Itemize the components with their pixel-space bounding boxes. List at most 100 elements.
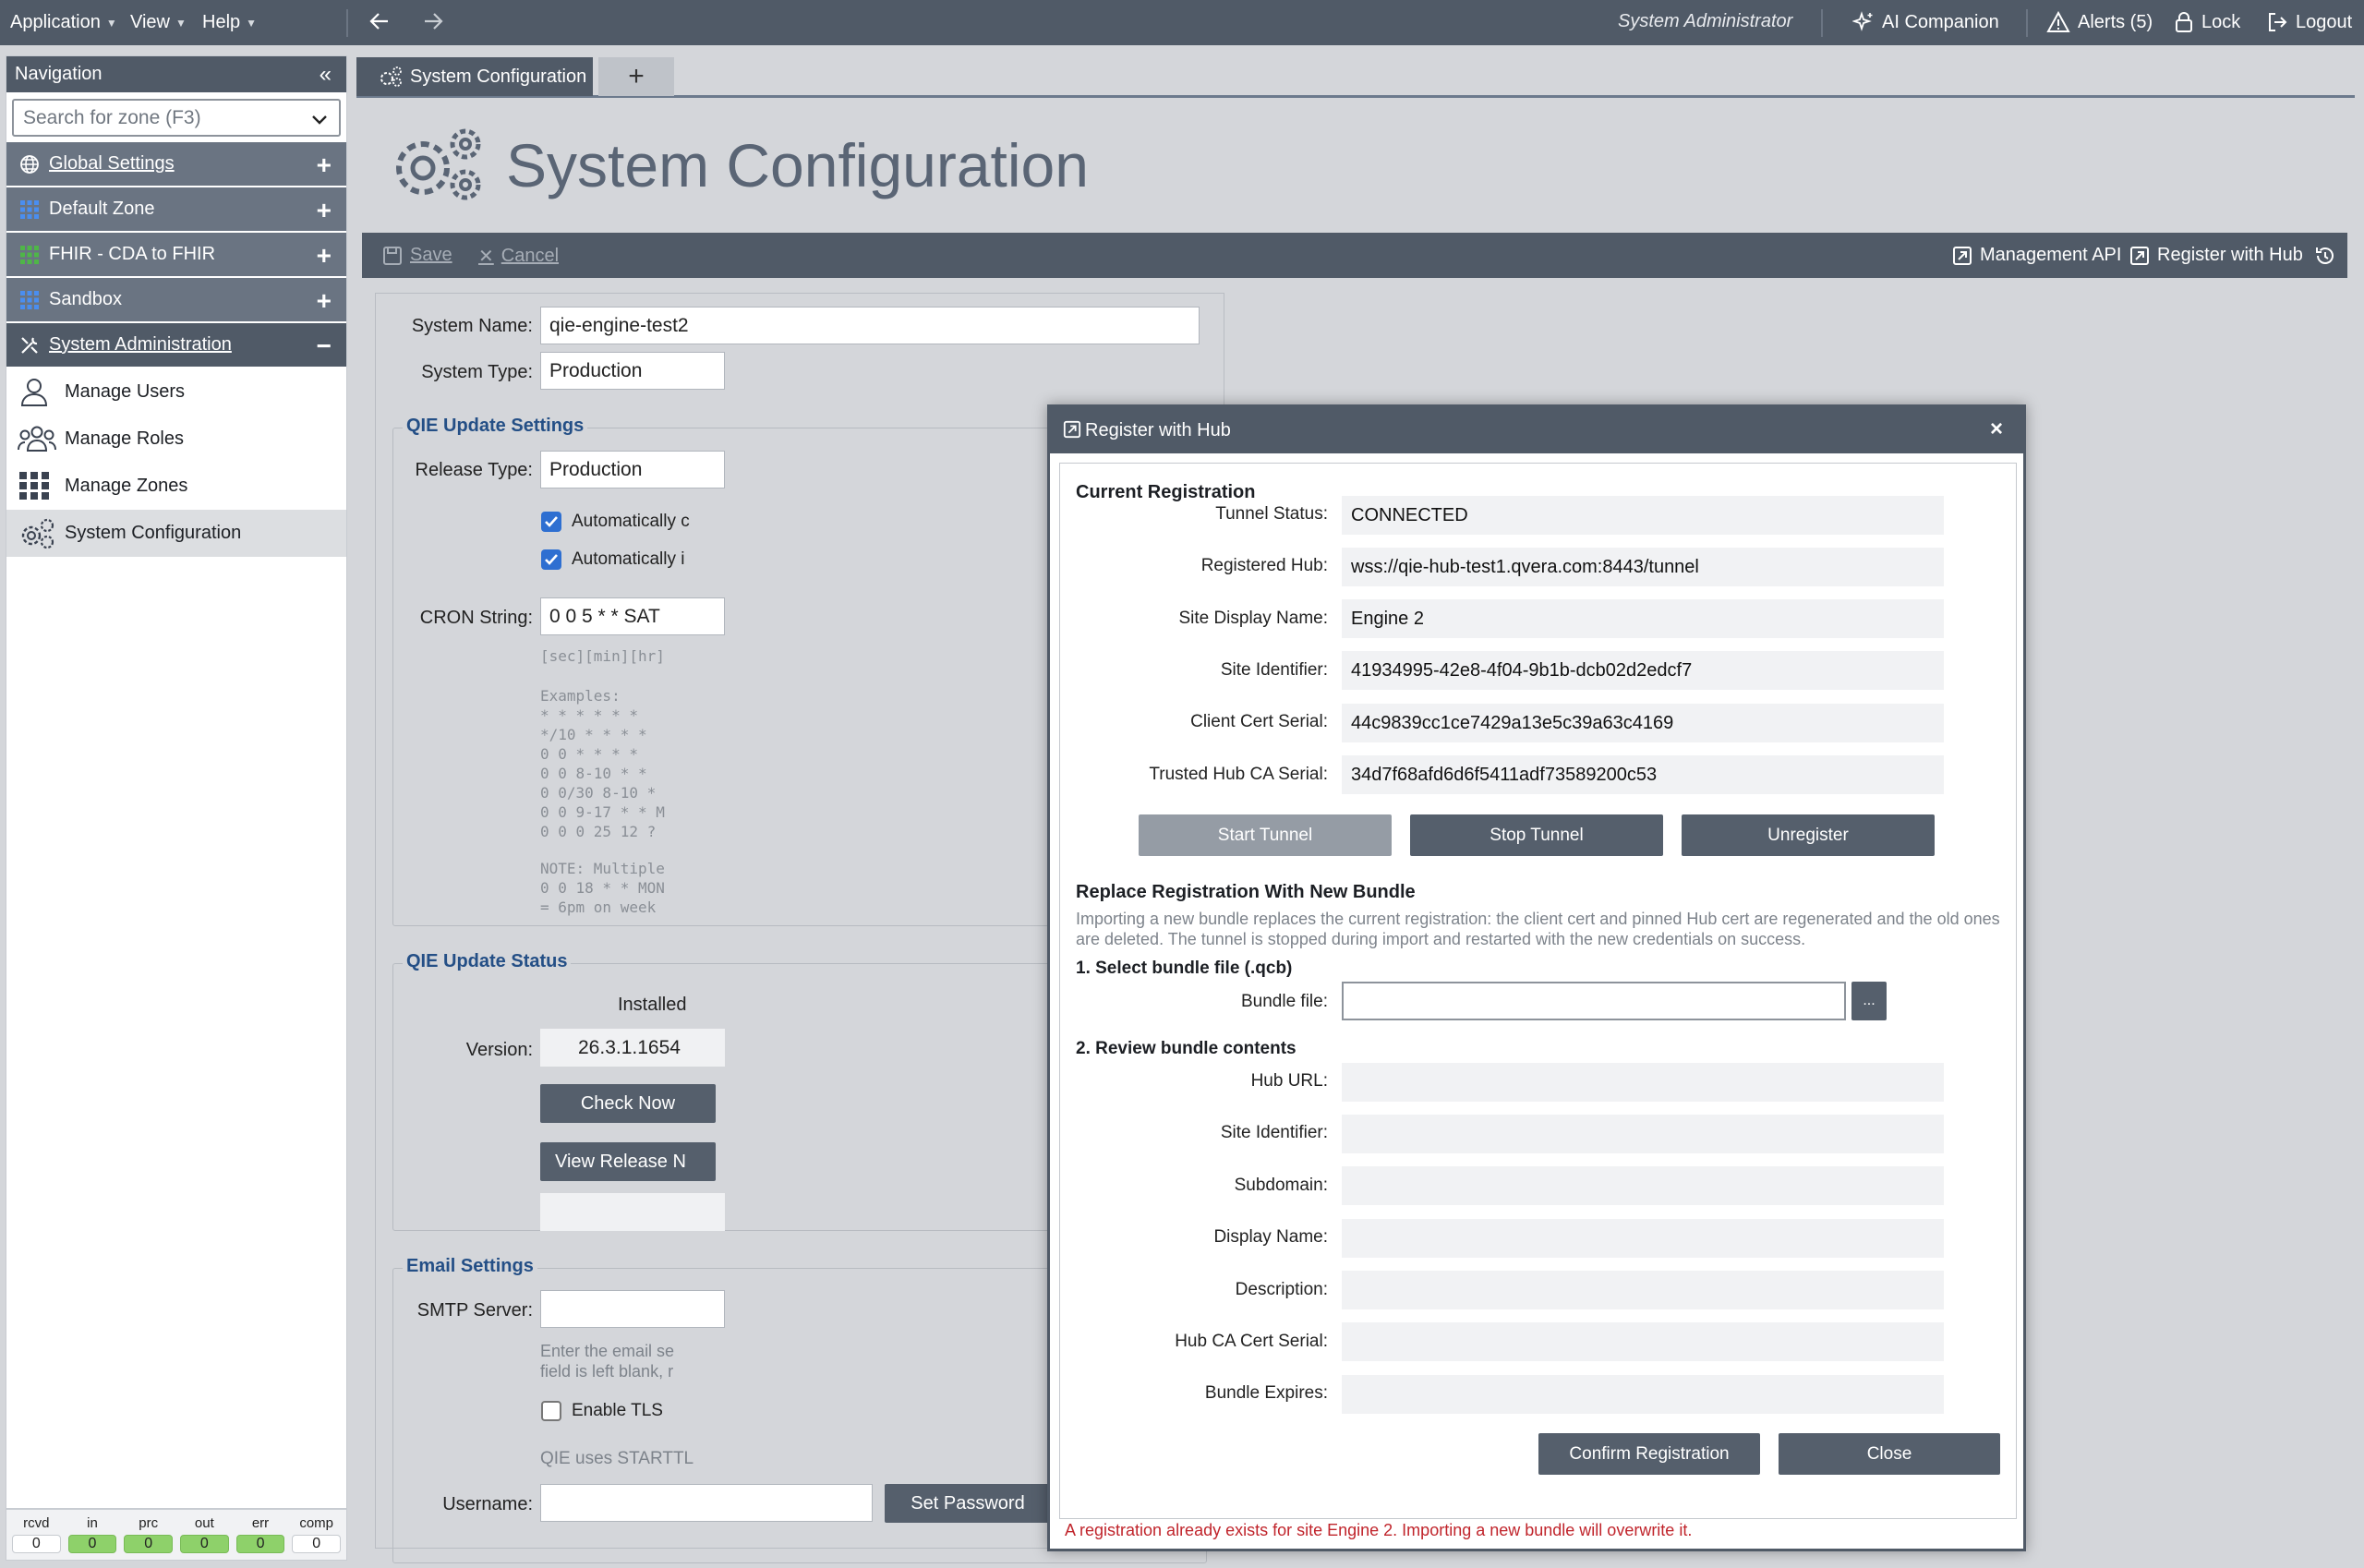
warning-icon	[2046, 11, 2070, 32]
sidebar-item-manage-users[interactable]: Manage Users	[6, 368, 346, 416]
auto-install-label: Automatically i	[572, 549, 685, 569]
history-button[interactable]	[2314, 245, 2336, 267]
management-api-button[interactable]: Management API	[1952, 245, 2121, 266]
tab-system-configuration[interactable]: System Configuration	[356, 57, 593, 96]
unregister-button[interactable]: Unregister	[1682, 814, 1935, 856]
subdomain-value	[1342, 1166, 1944, 1205]
register-hub-label: Register with Hub	[2157, 245, 2303, 265]
system-type-select[interactable]: Production	[540, 352, 725, 390]
zone-search-input[interactable]: Search for zone (F3)	[12, 99, 341, 137]
cancel-button[interactable]: ✕ Cancel	[478, 245, 559, 268]
collapse-icon[interactable]: «	[320, 62, 332, 88]
sidebar-item-label: Manage Users	[65, 381, 186, 402]
globe-icon	[20, 155, 39, 174]
field-label: Hub CA Cert Serial:	[1175, 1332, 1328, 1351]
expand-icon[interactable]: +	[317, 286, 332, 316]
logout-button[interactable]: Logout	[2266, 11, 2352, 33]
alerts-button[interactable]: Alerts (5)	[2046, 11, 2153, 33]
field-label: Hub URL:	[1250, 1071, 1328, 1091]
zone-sandbox[interactable]: Sandbox +	[6, 278, 346, 323]
enable-tls-label: Enable TLS	[572, 1401, 663, 1420]
chevron-down-icon[interactable]	[309, 110, 330, 130]
chevron-down-icon: ▼	[246, 16, 258, 30]
overwrite-warning: A registration already exists for site E…	[1065, 1521, 1693, 1539]
menu-help[interactable]: Help ▼	[202, 12, 257, 33]
release-type-select[interactable]: Production	[540, 451, 725, 488]
stat-value: 0	[292, 1535, 342, 1553]
zone-system-administration[interactable]: System Administration −	[6, 323, 346, 368]
update-status-title: QIE Update Status	[403, 951, 572, 972]
release-type-label: Release Type:	[415, 460, 534, 480]
lock-button[interactable]: Lock	[2174, 11, 2240, 33]
menu-application[interactable]: Application ▼	[10, 12, 117, 33]
set-password-button[interactable]: Set Password	[885, 1484, 1051, 1523]
external-box-icon	[1063, 420, 1081, 439]
back-button[interactable]	[368, 9, 392, 33]
close-button[interactable]: Close	[1779, 1433, 2000, 1475]
zone-default-zone[interactable]: Default Zone +	[6, 187, 346, 233]
field-label: Site Identifier:	[1220, 1123, 1328, 1142]
save-button[interactable]: Save	[382, 245, 452, 266]
starttls-hint: QIE uses STARTTL	[540, 1449, 694, 1468]
display-name-value	[1342, 1219, 1944, 1258]
bundle-file-input[interactable]	[1342, 982, 1846, 1020]
update-status-field	[540, 1193, 725, 1231]
arrow-right-icon	[425, 13, 443, 30]
chevron-down-icon: ▼	[175, 16, 187, 30]
zone-global-settings[interactable]: Global Settings +	[6, 142, 346, 187]
system-name-input[interactable]: qie-engine-test2	[540, 307, 1200, 344]
field-label: Client Cert Serial:	[1190, 712, 1328, 731]
cron-input[interactable]: 0 0 5 * * SAT	[540, 597, 725, 635]
smtp-input[interactable]	[540, 1290, 725, 1328]
enable-tls-checkbox[interactable]	[541, 1401, 561, 1421]
forward-button[interactable]	[421, 9, 445, 33]
stat-value: 0	[12, 1535, 61, 1553]
confirm-registration-button[interactable]: Confirm Registration	[1538, 1433, 1760, 1475]
check-now-button[interactable]: Check Now	[540, 1084, 716, 1123]
chevron-down-icon: ▼	[105, 16, 117, 30]
menu-bar: Application ▼ View ▼ Help ▼ System Administ…	[0, 0, 2364, 45]
auto-check-checkbox[interactable]	[541, 512, 561, 532]
stat-label: err	[251, 1515, 270, 1531]
cron-label: CRON String:	[419, 608, 533, 628]
installed-label: Installed	[618, 995, 687, 1015]
collapse-minus-icon[interactable]: −	[317, 332, 332, 361]
zone-fhir-cda-to-fhir[interactable]: FHIR - CDA to FHIR +	[6, 233, 346, 278]
expand-icon[interactable]: +	[317, 196, 332, 225]
site-identifier-value: 41934995-42e8-4f04-9b1b-dcb02d2edcf7	[1342, 651, 1944, 690]
expand-icon[interactable]: +	[317, 241, 332, 271]
auto-install-checkbox[interactable]	[541, 549, 561, 570]
add-tab-button[interactable]: +	[598, 57, 674, 96]
browse-button[interactable]: ...	[1851, 982, 1887, 1020]
replace-registration-heading: Replace Registration With New Bundle	[1076, 882, 1416, 902]
zone-search-placeholder: Search for zone (F3)	[23, 106, 201, 128]
menu-view[interactable]: View ▼	[130, 12, 187, 33]
username-input[interactable]	[540, 1484, 873, 1522]
sidebar-item-manage-zones[interactable]: Manage Zones	[6, 463, 346, 510]
update-settings-title: QIE Update Settings	[403, 416, 588, 437]
page-header: System Configuration	[390, 127, 1089, 203]
start-tunnel-button[interactable]: Start Tunnel	[1139, 814, 1392, 856]
gears-icon	[380, 66, 402, 87]
tunnel-status-value: CONNECTED	[1342, 496, 1944, 535]
ai-companion-button[interactable]: AI Companion	[1852, 11, 1999, 33]
sidebar-header: Navigation «	[6, 56, 346, 92]
stat-comp: comp 0	[292, 1515, 342, 1560]
stat-label: in	[87, 1515, 98, 1531]
management-api-label: Management API	[1980, 245, 2122, 265]
check-icon	[545, 516, 558, 527]
smtp-label: SMTP Server:	[416, 1300, 533, 1321]
register-hub-button[interactable]: Register with Hub	[2129, 245, 2303, 266]
sidebar-item-system-configuration[interactable]: System Configuration	[6, 510, 346, 557]
grid-icon	[20, 200, 39, 219]
divider	[346, 9, 348, 37]
sidebar-item-label: Manage Roles	[65, 428, 184, 449]
expand-icon[interactable]: +	[317, 151, 332, 180]
field-label: Description:	[1235, 1280, 1328, 1299]
close-icon[interactable]: ×	[1990, 416, 2003, 442]
system-type-label: System Type:	[421, 362, 533, 382]
main-content: System Configuration + System Configurat…	[356, 54, 2355, 1563]
sidebar-item-manage-roles[interactable]: Manage Roles	[6, 416, 346, 463]
stop-tunnel-button[interactable]: Stop Tunnel	[1410, 814, 1663, 856]
view-release-notes-button[interactable]: View Release N	[540, 1142, 716, 1181]
